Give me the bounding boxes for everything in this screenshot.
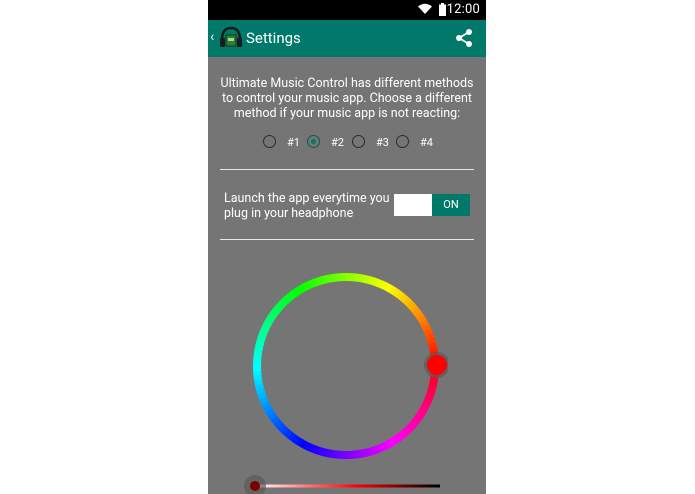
method-radio-3[interactable]: #3 [352, 133, 402, 151]
launch-toggle[interactable]: ON [394, 194, 470, 216]
radio-circle[interactable] [263, 135, 276, 148]
radio-label: #3 [376, 136, 389, 149]
slider-track[interactable] [254, 484, 440, 488]
headphone-app-icon[interactable] [218, 25, 244, 55]
radio-label: #1 [287, 136, 300, 149]
status-bar: 12:00 [208, 0, 486, 20]
toggle-on-segment[interactable]: ON [432, 194, 470, 216]
status-time: 12:00 [446, 2, 480, 17]
radio-circle[interactable] [396, 135, 409, 148]
share-icon[interactable] [454, 28, 474, 52]
app-bar: ‹ Settings [208, 20, 486, 57]
slider-thumb[interactable] [250, 481, 260, 491]
method-description: Ultimate Music Control has different met… [220, 76, 474, 121]
radio-circle[interactable] [352, 135, 365, 148]
color-wheel-ring[interactable] [253, 273, 439, 459]
launch-on-plug-label: Launch the app everytime you plug in you… [224, 191, 390, 221]
divider [220, 239, 474, 240]
radio-selected-dot [311, 139, 316, 144]
radio-label: #2 [331, 136, 344, 149]
method-radio-2[interactable]: #2 [307, 133, 357, 151]
method-radio-group: #1 #2 #3 #4 [263, 133, 463, 151]
back-chevron-icon[interactable]: ‹ [210, 29, 214, 45]
page-title: Settings [246, 29, 301, 47]
phone-screen: 12:00 ‹ Settings Ultimate Music Control … [208, 0, 486, 494]
color-wheel[interactable] [248, 268, 450, 472]
radio-label: #4 [420, 136, 433, 149]
battery-icon [439, 3, 446, 20]
color-wheel-handle[interactable] [427, 355, 447, 375]
wifi-icon [418, 3, 432, 19]
toggle-off-segment[interactable] [394, 194, 432, 216]
color-value-slider[interactable] [238, 472, 478, 494]
radio-circle[interactable] [307, 135, 320, 148]
method-radio-4[interactable]: #4 [396, 133, 446, 151]
method-radio-1[interactable]: #1 [263, 133, 313, 151]
divider [220, 169, 474, 170]
